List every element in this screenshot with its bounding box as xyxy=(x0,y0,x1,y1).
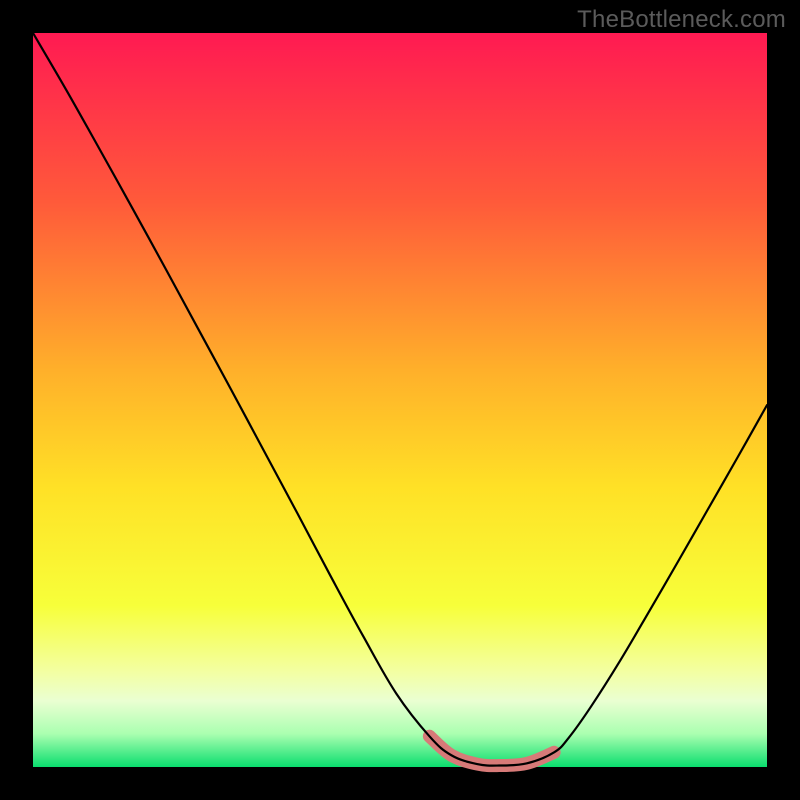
bottleneck-chart xyxy=(0,0,800,800)
watermark-text: TheBottleneck.com xyxy=(577,6,786,34)
plot-background xyxy=(33,33,767,767)
chart-frame: TheBottleneck.com xyxy=(0,0,800,800)
